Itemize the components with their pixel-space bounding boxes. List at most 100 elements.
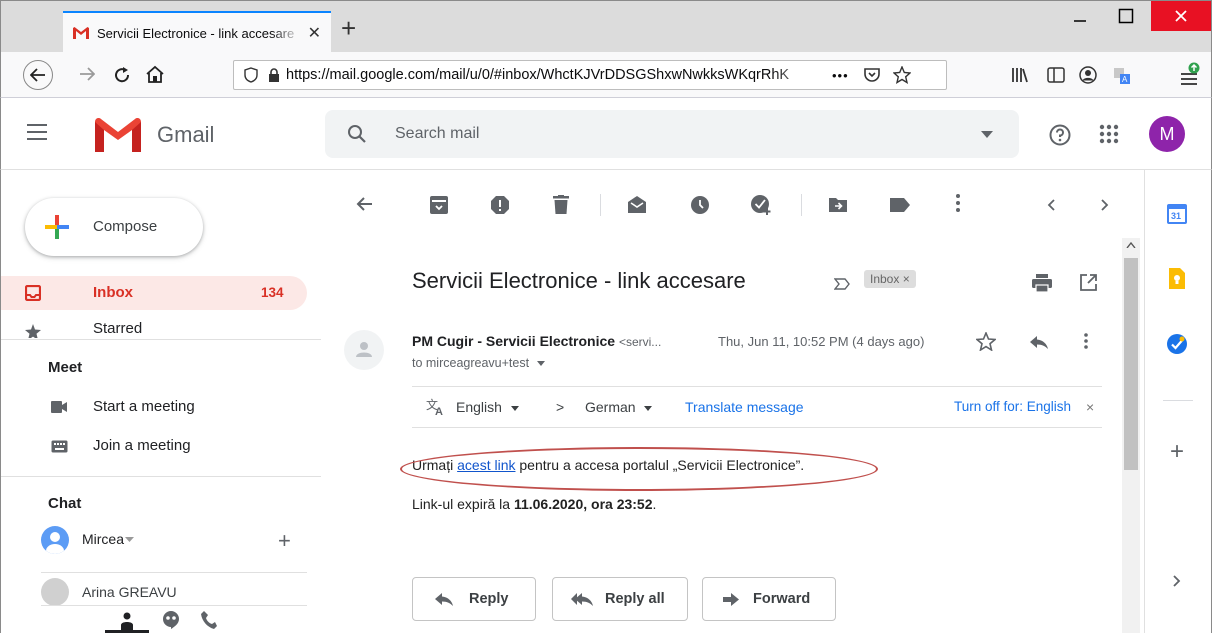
scrollbar-thumb[interactable]	[1124, 258, 1138, 470]
video-camera-icon	[51, 401, 67, 413]
sidebar-item-starred[interactable]: Starred	[1, 318, 307, 338]
new-chat-plus-icon[interactable]: +	[278, 528, 291, 554]
tab-close-icon[interactable]: ✕	[308, 23, 321, 43]
gmail-logo-text: Gmail	[157, 122, 215, 147]
report-spam-icon[interactable]	[491, 196, 509, 214]
open-new-window-icon[interactable]	[1080, 274, 1097, 291]
search-input[interactable]: Search mail	[395, 125, 479, 143]
close-window-button[interactable]	[1151, 1, 1211, 31]
start-meeting-label: Start a meeting	[93, 398, 195, 415]
message-scrollbar[interactable]	[1122, 238, 1140, 633]
sidebar-item-inbox[interactable]: Inbox 134	[1, 276, 307, 310]
search-options-icon[interactable]	[981, 131, 993, 138]
shield-icon[interactable]	[244, 67, 258, 83]
reply-all-button[interactable]: Reply all	[552, 577, 688, 621]
divider	[801, 194, 802, 216]
gmail-header: Gmail Search mail M	[0, 98, 1212, 170]
back-button[interactable]	[23, 60, 53, 90]
translate-message-link[interactable]: Translate message	[685, 399, 804, 415]
archive-icon[interactable]	[430, 196, 448, 214]
account-icon[interactable]	[1079, 66, 1097, 84]
pocket-icon[interactable]	[863, 67, 881, 83]
star-icon	[25, 324, 41, 338]
recipient-line[interactable]: to mirceagreavu+test	[412, 356, 545, 370]
gmail-logo-icon[interactable]	[95, 118, 141, 152]
more-options-icon[interactable]	[956, 194, 960, 212]
inbox-icon	[25, 285, 41, 301]
chat-user-status[interactable]: Mircea +	[41, 524, 321, 554]
source-language-select[interactable]: English	[456, 399, 519, 415]
apps-grid-icon[interactable]	[1099, 124, 1119, 144]
inbox-label-chip[interactable]: Inbox ×	[864, 270, 916, 288]
reply-arrow-icon[interactable]	[1030, 336, 1048, 349]
join-meeting-button[interactable]: Join a meeting	[1, 434, 321, 460]
message-view: Servicii Electronice - link accesare Inb…	[324, 234, 1124, 633]
chat-user-avatar	[41, 526, 69, 554]
main-menu-icon[interactable]	[27, 124, 47, 140]
reply-button[interactable]: Reply	[412, 577, 536, 621]
sender-avatar[interactable]	[344, 330, 384, 370]
reload-icon[interactable]	[113, 66, 131, 84]
page-actions-icon[interactable]: •••	[832, 68, 849, 83]
divider	[41, 605, 307, 606]
chat-contact[interactable]: Arina GREAVU	[41, 578, 321, 606]
close-translation-icon[interactable]: ×	[1086, 399, 1094, 415]
sender-name[interactable]: PM Cugir - Servicii Electronice	[412, 333, 615, 349]
lock-icon[interactable]	[268, 68, 280, 82]
library-icon[interactable]	[1011, 67, 1029, 83]
maximize-button[interactable]	[1103, 1, 1149, 31]
calendar-icon[interactable]: 31	[1167, 204, 1187, 224]
important-marker-icon[interactable]	[834, 278, 850, 290]
compose-button[interactable]: Compose	[25, 198, 203, 256]
star-message-icon[interactable]	[976, 332, 996, 351]
translation-bar: 文A English > German Translate message Tu…	[412, 386, 1102, 428]
get-addons-plus-icon[interactable]: +	[1170, 440, 1184, 464]
mark-unread-icon[interactable]	[628, 195, 646, 213]
start-meeting-button[interactable]: Start a meeting	[1, 395, 321, 421]
search-icon[interactable]	[347, 124, 367, 144]
home-icon[interactable]	[145, 65, 165, 84]
menu-update-icon[interactable]	[1179, 62, 1201, 86]
back-to-inbox-icon[interactable]	[356, 196, 372, 212]
keep-icon[interactable]	[1169, 268, 1185, 289]
phone-icon[interactable]	[201, 611, 217, 629]
target-language: German	[585, 399, 636, 415]
label-icon[interactable]	[890, 198, 910, 212]
address-bar[interactable]: https://mail.google.com/mail/u/0/#inbox/…	[233, 60, 947, 90]
bookmark-star-icon[interactable]	[892, 66, 911, 84]
add-to-tasks-icon[interactable]	[751, 194, 772, 215]
reply-icon	[435, 592, 453, 606]
help-icon[interactable]	[1049, 124, 1071, 146]
move-to-icon[interactable]	[829, 196, 847, 212]
expand-panel-chevron-icon[interactable]	[1173, 575, 1181, 587]
newer-chevron-icon[interactable]	[1047, 199, 1055, 211]
forward-button[interactable]: Forward	[702, 577, 836, 621]
forward-icon	[723, 592, 739, 606]
divider	[1, 339, 321, 340]
reply-all-icon	[571, 592, 593, 606]
reply-all-label: Reply all	[605, 591, 665, 607]
browser-tab[interactable]: Servicii Electronice - link accesare ✕	[63, 11, 331, 53]
new-tab-button[interactable]: +	[341, 15, 356, 41]
avatar[interactable]: M	[1149, 116, 1185, 152]
forward-arrow-icon[interactable]	[79, 67, 95, 81]
older-chevron-icon[interactable]	[1101, 199, 1109, 211]
translate-extension-icon[interactable]: A	[1113, 67, 1131, 85]
minimize-button[interactable]	[1057, 1, 1103, 31]
sidebar-toggle-icon[interactable]	[1047, 67, 1065, 83]
expiry-date: 11.06.2020, ora 23:52	[513, 496, 653, 512]
scroll-up-icon[interactable]	[1126, 242, 1136, 248]
turn-off-translation-link[interactable]: Turn off for: English	[954, 399, 1071, 414]
search-bar[interactable]: Search mail	[325, 110, 1019, 158]
print-icon[interactable]	[1032, 274, 1052, 292]
snooze-clock-icon[interactable]	[691, 196, 709, 214]
hangouts-chat-icon[interactable]	[163, 611, 179, 629]
tasks-icon[interactable]	[1167, 334, 1187, 354]
chevron-down-icon[interactable]	[125, 537, 134, 542]
email-body-line-2: Link-ul expiră la 11.06.2020, ora 23:52.	[412, 496, 656, 512]
target-language-select[interactable]: German	[585, 399, 653, 415]
delete-icon[interactable]	[553, 195, 569, 214]
chat-people-tab[interactable]	[105, 606, 149, 633]
tab-title: Servicii Electronice - link accesare	[97, 25, 295, 41]
message-more-icon[interactable]	[1084, 333, 1088, 349]
